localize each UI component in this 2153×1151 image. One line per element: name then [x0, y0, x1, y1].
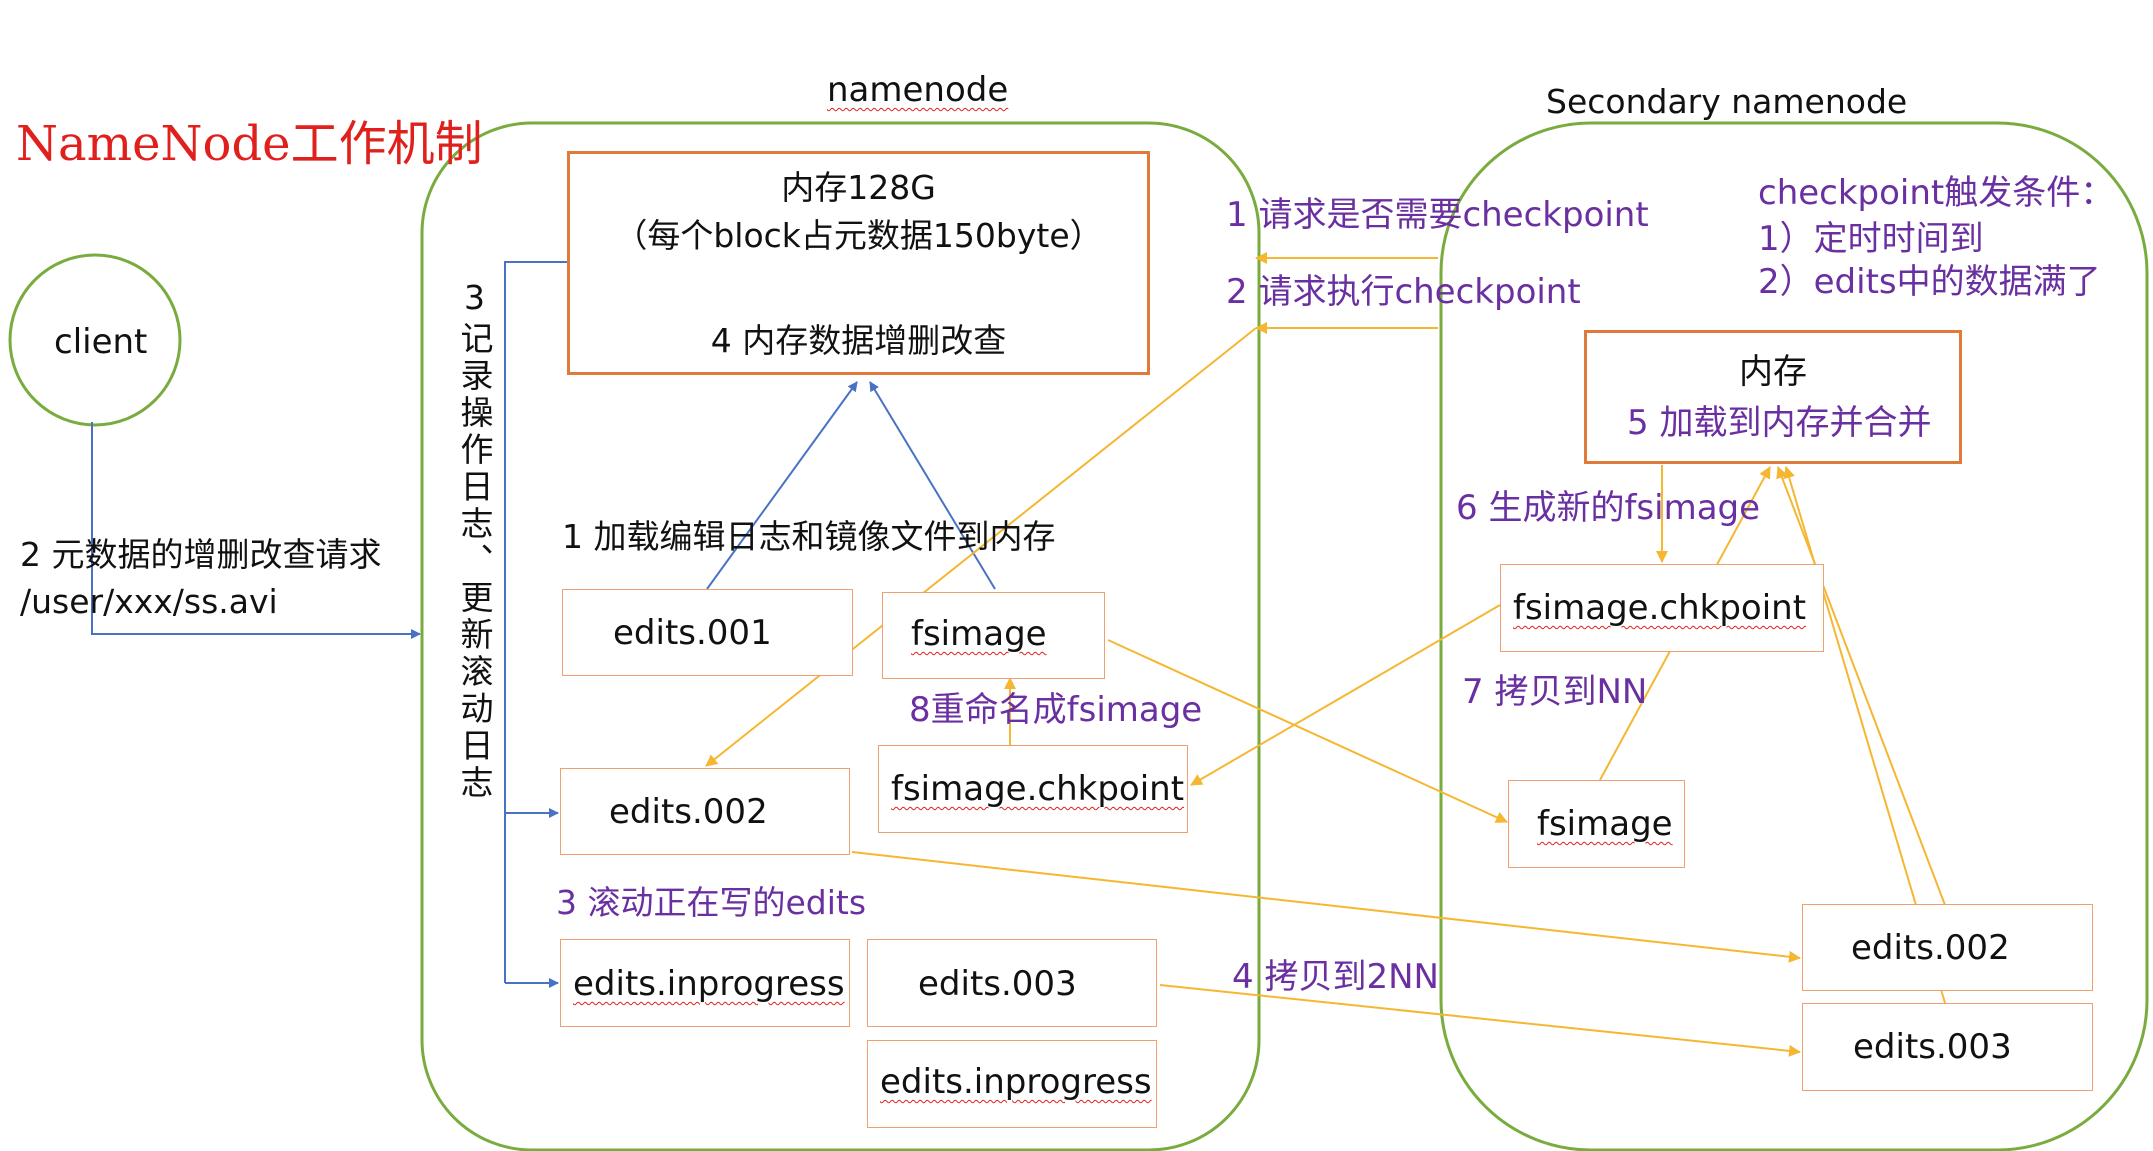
trigger-line1: checkpoint触发条件： — [1758, 173, 2115, 213]
nn-fsimage-text: fsimage — [911, 614, 1047, 654]
nn-edits-003-label: edits.003 — [918, 964, 1077, 1004]
secondary-memory-box: 内存 5 加载到内存并合并 — [1584, 330, 1962, 464]
secondary-title-text: Secondary namenode — [1546, 82, 1908, 121]
step4-label: 4 拷贝到2NN — [1232, 957, 1439, 997]
namenode-title: namenode — [827, 73, 1008, 107]
nn-edits-inprogress-label-b: edits.inprogress — [880, 1065, 1152, 1099]
client-label: client — [54, 322, 148, 362]
memory-note: （每个block占元数据150byte） — [614, 216, 1103, 255]
snn-edits-002-label: edits.002 — [1851, 928, 2010, 968]
arrow-copy-to-nn — [1190, 604, 1501, 786]
step2-label: 2 请求执行checkpoint — [1226, 272, 1581, 312]
arrow-load-edits — [706, 381, 858, 590]
snn-fsimage-chkpoint-box: fsimage.chkpoint — [1500, 564, 1824, 652]
nn-edits-inprogress-text-b: edits.inprogress — [880, 1062, 1152, 1102]
nn-fsimage-chkpoint-text: fsimage.chkpoint — [891, 769, 1185, 809]
namenode-memory-box: 内存128G （每个block占元数据150byte） 4 内存数据增删改查 — [567, 151, 1150, 375]
nn-edits-001-label: edits.001 — [613, 613, 772, 653]
page-title: NameNode工作机制 — [16, 116, 483, 172]
snn-fsimage-label: fsimage — [1537, 807, 1673, 841]
nn-edits-002-box: edits.002 — [560, 768, 850, 855]
nn-fsimage-label: fsimage — [911, 617, 1047, 651]
gen-fsimage-label: 6 生成新的fsimage — [1456, 488, 1761, 528]
trigger-line3: 2）edits中的数据满了 — [1758, 262, 2101, 302]
step1-label: 1 请求是否需要checkpoint — [1226, 195, 1649, 235]
arrow-log-bracket — [504, 261, 567, 983]
snn-edits-002-box: edits.002 — [1802, 904, 2093, 991]
memory-crud: 4 内存数据增删改查 — [710, 321, 1007, 360]
nn-fsimage-chkpoint-label: fsimage.chkpoint — [891, 772, 1184, 806]
nn-edits-002-label: edits.002 — [609, 792, 768, 832]
nn-edits-inprogress-text-a: edits.inprogress — [573, 964, 845, 1004]
memory-size: 内存128G — [781, 168, 936, 207]
nn-edits-inprogress-box-b: edits.inprogress — [867, 1040, 1157, 1128]
copy-to-nn-label: 7 拷贝到NN — [1462, 672, 1648, 712]
snn-fsimage-box: fsimage — [1508, 780, 1685, 868]
nn-edits-001-box: edits.001 — [562, 589, 853, 676]
snn-edits-003-label: edits.003 — [1853, 1027, 2012, 1067]
snn-fsimage-chkpoint-label: fsimage.chkpoint — [1513, 591, 1806, 625]
secondary-title: Secondary namenode — [1546, 85, 1907, 118]
nn-fsimage-box: fsimage — [882, 592, 1105, 679]
merge-label: 5 加载到内存并合并 — [1627, 403, 1932, 443]
snn-edits-003-box: edits.003 — [1802, 1003, 2093, 1091]
arrow-load-fsimage — [869, 381, 996, 590]
snn-fsimage-text: fsimage — [1537, 804, 1673, 844]
trigger-line2: 1）定时时间到 — [1758, 219, 1984, 259]
nn-edits-inprogress-label-a: edits.inprogress — [573, 967, 845, 1001]
arrow-edits002-load — [1776, 466, 1946, 906]
nn-edits-inprogress-box-a: edits.inprogress — [560, 939, 850, 1027]
request-label-line1: 2 元数据的增删改查请求 — [20, 535, 382, 574]
rename-label: 8重命名成fsimage — [909, 690, 1203, 730]
log-label: 3记录操作日志、更新滚动日志 — [455, 278, 494, 802]
load-label: 1 加载编辑日志和镜像文件到内存 — [562, 517, 1056, 556]
snn-fsimage-chkpoint-text: fsimage.chkpoint — [1513, 588, 1807, 628]
namenode-title-text: namenode — [827, 70, 1009, 110]
request-label-line2: /user/xxx/ss.avi — [20, 582, 278, 621]
nn-fsimage-chkpoint-box: fsimage.chkpoint — [878, 745, 1188, 833]
secondary-memory-label: 内存 — [1739, 352, 1807, 392]
nn-edits-003-box: edits.003 — [867, 939, 1157, 1027]
roll-label: 3 滚动正在写的edits — [556, 883, 867, 922]
